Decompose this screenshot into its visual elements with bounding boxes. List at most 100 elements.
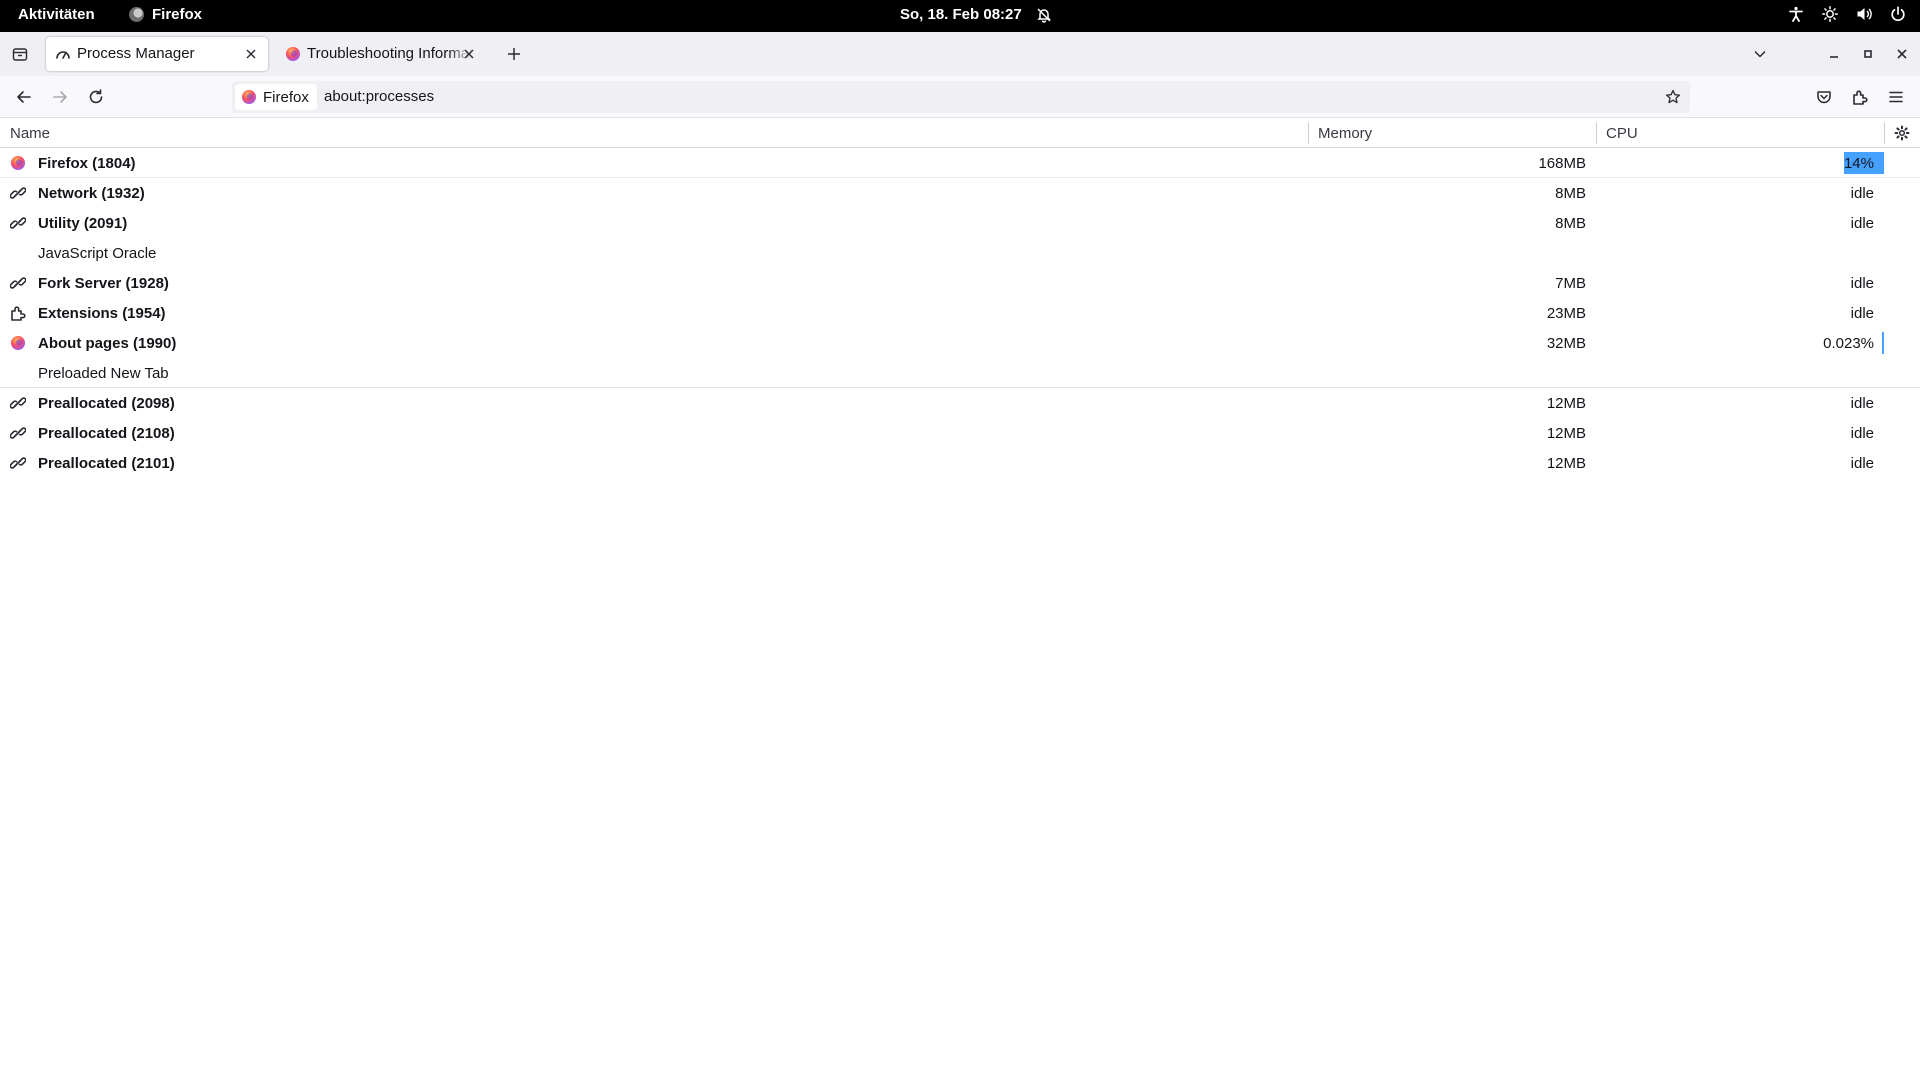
url-input[interactable]: about:processes (324, 88, 434, 105)
pocket-icon (1817, 91, 1831, 104)
table-row[interactable]: Utility (2091) 8MB idle (0, 208, 1920, 238)
new-tab-button[interactable] (500, 40, 528, 68)
process-cpu: idle (1850, 185, 1874, 202)
minimize-button[interactable] (1820, 40, 1848, 68)
forward-button[interactable] (46, 83, 74, 111)
url-bar[interactable]: Firefox about:processes (232, 81, 1690, 113)
process-name: Preallocated (2108) (38, 425, 175, 442)
table-row[interactable]: Extensions (1954) 23MB idle (0, 298, 1920, 328)
bell-off-icon (1036, 7, 1051, 23)
table-row[interactable]: Preallocated (2108) 12MB idle (0, 418, 1920, 448)
tab-close-button[interactable] (460, 45, 478, 63)
process-name: Preallocated (2101) (38, 455, 175, 472)
column-divider (1884, 122, 1885, 144)
close-icon (1897, 49, 1907, 59)
firefox-icon (242, 90, 256, 104)
connection-icon (10, 397, 26, 409)
process-name: Utility (2091) (38, 215, 128, 232)
cpu-usage-bar (1882, 332, 1884, 354)
tab-title: Troubleshooting Information (307, 45, 473, 62)
table-row[interactable]: Firefox (1804) 168MB 14% (0, 148, 1920, 178)
extensions-button[interactable] (1846, 83, 1874, 111)
process-cpu: idle (1850, 425, 1874, 442)
process-memory: 8MB (1555, 185, 1586, 202)
reload-button[interactable] (82, 83, 110, 111)
connection-icon (10, 427, 26, 439)
system-top-bar: Aktivitäten Firefox So, 18. Feb 08:27 (0, 0, 1920, 32)
thread-name: JavaScript Oracle (38, 245, 157, 262)
navigation-toolbar: Firefox about:processes (0, 76, 1920, 118)
pocket-button[interactable] (1810, 83, 1838, 111)
activities-button[interactable]: Aktivitäten (18, 6, 95, 23)
table-row[interactable]: About pages (1990) 32MB 0.023% (0, 328, 1920, 358)
process-cpu: idle (1850, 395, 1874, 412)
close-window-button[interactable] (1888, 40, 1916, 68)
clock[interactable]: So, 18. Feb 08:27 (900, 6, 1052, 23)
bookmark-star-button[interactable] (1662, 86, 1684, 108)
column-header-cpu[interactable]: CPU (1606, 125, 1638, 142)
firefox-view-button[interactable] (6, 40, 34, 68)
connection-icon (10, 277, 26, 289)
process-name: Firefox (1804) (38, 155, 136, 172)
table-row[interactable]: Preallocated (2101) 12MB idle (0, 448, 1920, 478)
column-divider[interactable] (1308, 122, 1309, 144)
clock-label: So, 18. Feb 08:27 (900, 6, 1022, 23)
gear-icon[interactable] (1894, 125, 1910, 141)
list-all-tabs-button[interactable] (1746, 40, 1774, 68)
table-row[interactable]: Fork Server (1928) 7MB idle (0, 268, 1920, 298)
processes-icon (56, 51, 70, 59)
process-cpu: 14% (1843, 155, 1874, 172)
process-cpu: idle (1850, 275, 1874, 292)
process-memory: 7MB (1555, 275, 1586, 292)
back-button[interactable] (10, 83, 38, 111)
table-header: Name Memory CPU (0, 118, 1920, 148)
process-cpu: 0.023% (1823, 335, 1874, 352)
table-row[interactable]: Network (1932) 8MB idle (0, 178, 1920, 208)
tab-process-manager[interactable]: Process Manager (46, 37, 268, 71)
identity-box[interactable]: Firefox (235, 84, 317, 110)
minimize-icon (1830, 56, 1838, 58)
firefox-icon (11, 156, 25, 170)
process-memory: 12MB (1546, 395, 1586, 412)
process-cpu: idle (1850, 215, 1874, 232)
app-menu-button[interactable] (1882, 83, 1910, 111)
column-header-memory[interactable]: Memory (1318, 125, 1372, 142)
volume-icon[interactable] (1856, 6, 1872, 22)
table-row[interactable]: Preallocated (2098) 12MB idle (0, 388, 1920, 418)
process-memory: 12MB (1546, 425, 1586, 442)
system-tray[interactable] (1788, 6, 1906, 22)
hamburger-menu-icon (1889, 91, 1903, 103)
app-menu[interactable]: Firefox (129, 6, 202, 23)
process-name: About pages (1990) (38, 335, 177, 352)
column-header-name[interactable]: Name (10, 125, 50, 142)
process-rows: Firefox (1804) 168MB 14% Network (1932) … (0, 148, 1920, 478)
arrow-left-icon (17, 91, 31, 103)
process-cpu: idle (1850, 305, 1874, 322)
column-divider[interactable] (1596, 122, 1597, 144)
brightness-icon[interactable] (1822, 6, 1838, 22)
reload-icon (89, 89, 103, 104)
tab-title: Process Manager (77, 45, 195, 62)
app-menu-label: Firefox (152, 6, 203, 23)
extension-icon (11, 306, 26, 321)
process-name: Preallocated (2098) (38, 395, 175, 412)
maximize-button[interactable] (1854, 40, 1882, 68)
extension-icon (1853, 90, 1868, 105)
tab-strip: Process Manager Troubleshooting Informat… (0, 32, 1920, 76)
thread-name: Preloaded New Tab (38, 365, 169, 382)
tab-close-button[interactable] (242, 45, 260, 63)
accessibility-icon[interactable] (1788, 6, 1804, 22)
thread-row[interactable]: Preloaded New Tab (0, 358, 1920, 388)
identity-label: Firefox (263, 88, 309, 106)
process-name: Extensions (1954) (38, 305, 166, 322)
process-name: Network (1932) (38, 185, 145, 202)
power-icon[interactable] (1890, 6, 1906, 22)
firefox-view-icon (12, 48, 28, 61)
thread-row[interactable]: JavaScript Oracle (0, 238, 1920, 268)
connection-icon (10, 457, 26, 469)
chevron-down-icon (1754, 50, 1766, 58)
maximize-icon (1864, 50, 1872, 58)
tab-troubleshooting[interactable]: Troubleshooting Information (276, 37, 486, 71)
connection-icon (10, 217, 26, 229)
firefox-icon (129, 7, 144, 22)
